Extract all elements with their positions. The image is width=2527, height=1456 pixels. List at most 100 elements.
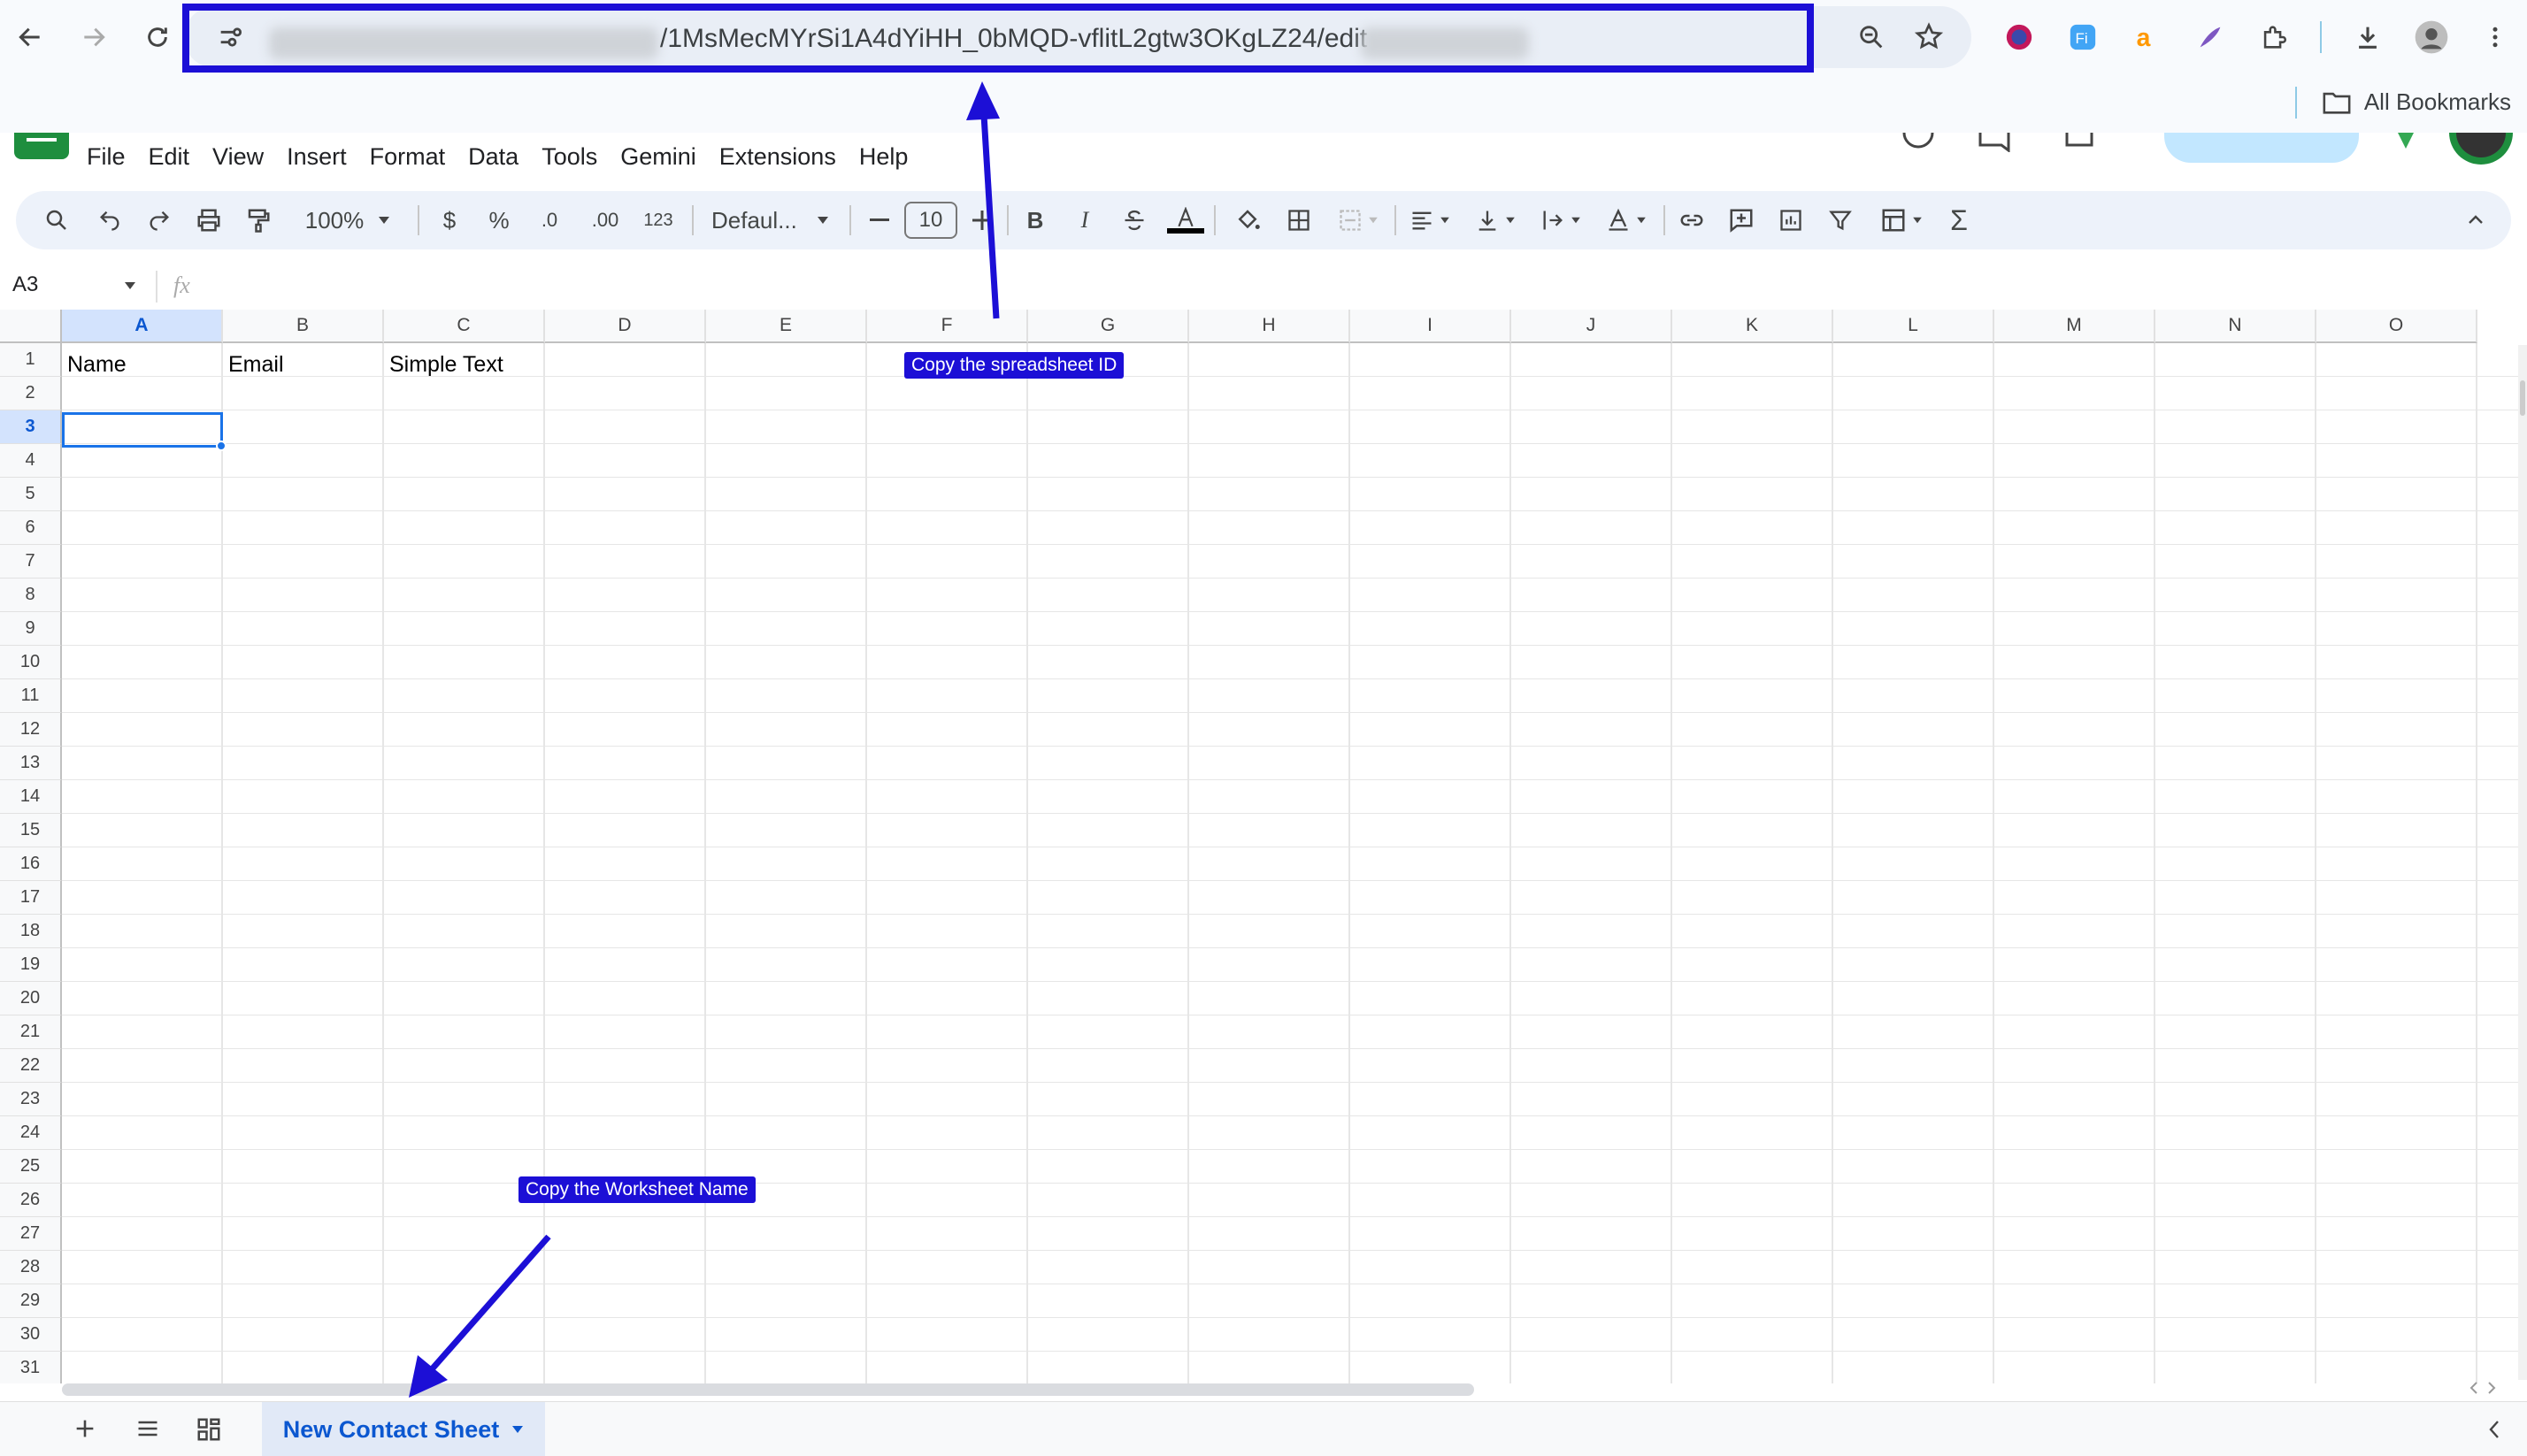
row-header-16[interactable]: 16 [0, 847, 62, 881]
extension-amazon-icon[interactable]: a [2127, 18, 2166, 57]
bold-button[interactable]: B [1018, 200, 1053, 241]
column-header-o[interactable]: O [2316, 310, 2477, 343]
row-header-4[interactable]: 4 [0, 444, 62, 478]
row-header-14[interactable]: 14 [0, 780, 62, 814]
forward-icon[interactable] [71, 14, 117, 60]
menu-extensions[interactable]: Extensions [719, 142, 836, 172]
text-wrapping-icon[interactable] [1532, 200, 1589, 241]
gemini-icon[interactable] [2393, 133, 2419, 154]
increase-decimal-button[interactable]: .00 [580, 200, 630, 241]
row-header-11[interactable]: 11 [0, 679, 62, 713]
row-header-7[interactable]: 7 [0, 545, 62, 579]
font-size-input[interactable]: 10 [904, 202, 957, 239]
row-header-18[interactable]: 18 [0, 915, 62, 948]
menu-format[interactable]: Format [370, 142, 446, 172]
borders-icon[interactable] [1281, 200, 1317, 241]
column-header-c[interactable]: C [384, 310, 545, 343]
sheets-logo[interactable] [14, 133, 69, 159]
row-header-9[interactable]: 9 [0, 612, 62, 646]
menu-insert[interactable]: Insert [287, 142, 347, 172]
column-header-h[interactable]: H [1189, 310, 1350, 343]
column-header-f[interactable]: F [867, 310, 1028, 343]
zoom-icon[interactable] [1856, 22, 1886, 52]
fill-color-icon[interactable] [1228, 200, 1267, 241]
row-header-8[interactable]: 8 [0, 579, 62, 612]
extension-quill-icon[interactable] [2191, 18, 2230, 57]
merge-cells-icon[interactable] [1329, 200, 1387, 241]
menu-tools[interactable]: Tools [542, 142, 597, 172]
cell-c1[interactable]: Simple Text [389, 352, 503, 378]
row-header-13[interactable]: 13 [0, 747, 62, 780]
all-sheets-icon[interactable] [134, 1416, 161, 1441]
search-menus-icon[interactable] [39, 200, 74, 241]
row-header-26[interactable]: 26 [0, 1184, 62, 1217]
row-header-17[interactable]: 17 [0, 881, 62, 915]
font-select[interactable]: Defaul... [701, 200, 842, 241]
reload-icon[interactable] [134, 14, 180, 60]
row-header-24[interactable]: 24 [0, 1116, 62, 1150]
account-avatar[interactable] [2449, 133, 2513, 165]
text-color-icon[interactable] [1166, 200, 1205, 241]
all-bookmarks-button[interactable]: All Bookmarks [2322, 88, 2511, 116]
text-rotation-icon[interactable] [1598, 200, 1655, 241]
profile-avatar[interactable] [2412, 18, 2451, 57]
browser-menu-icon[interactable] [2476, 18, 2515, 57]
menu-file[interactable]: File [87, 142, 126, 172]
percent-format-button[interactable]: % [481, 200, 517, 241]
row-header-27[interactable]: 27 [0, 1217, 62, 1251]
column-header-k[interactable]: K [1672, 310, 1833, 343]
extensions-puzzle-icon[interactable] [2254, 18, 2293, 57]
row-header-5[interactable]: 5 [0, 478, 62, 511]
column-header-b[interactable]: B [223, 310, 384, 343]
download-icon[interactable] [2348, 18, 2387, 57]
menu-help[interactable]: Help [859, 142, 909, 172]
menu-view[interactable]: View [212, 142, 264, 172]
formula-input[interactable] [212, 269, 2513, 304]
column-header-l[interactable]: L [1833, 310, 1994, 343]
row-header-21[interactable]: 21 [0, 1015, 62, 1049]
add-sheet-icon[interactable] [73, 1416, 97, 1441]
column-header-e[interactable]: E [706, 310, 867, 343]
cell-a1[interactable]: Name [67, 352, 127, 378]
comments-icon[interactable] [1977, 133, 2012, 152]
extension-color-icon[interactable] [2000, 18, 2039, 57]
bookmark-star-icon[interactable] [1913, 21, 1945, 53]
strikethrough-icon[interactable] [1117, 200, 1152, 241]
row-header-22[interactable]: 22 [0, 1049, 62, 1083]
insert-chart-icon[interactable] [1773, 200, 1809, 241]
row-header-2[interactable]: 2 [0, 377, 62, 410]
zoom-select[interactable]: 100% [290, 200, 405, 241]
row-header-25[interactable]: 25 [0, 1150, 62, 1184]
vertical-align-icon[interactable] [1467, 200, 1524, 241]
column-header-a[interactable]: A [62, 310, 223, 343]
filter-views-icon[interactable] [1872, 200, 1931, 241]
explore-collapse-icon[interactable] [2485, 1418, 2504, 1441]
column-header-m[interactable]: M [1994, 310, 2155, 343]
menu-edit[interactable]: Edit [149, 142, 190, 172]
column-header-d[interactable]: D [545, 310, 706, 343]
row-header-6[interactable]: 6 [0, 511, 62, 545]
decrease-font-size-icon[interactable] [862, 200, 897, 241]
row-header-10[interactable]: 10 [0, 646, 62, 679]
back-icon[interactable] [7, 14, 53, 60]
row-header-29[interactable]: 29 [0, 1284, 62, 1318]
row-header-19[interactable]: 19 [0, 948, 62, 982]
print-icon[interactable] [191, 200, 227, 241]
collapse-toolbar-icon[interactable] [2458, 200, 2493, 241]
row-header-1[interactable]: 1 [0, 343, 62, 377]
scroll-arrows[interactable] [2469, 1382, 2497, 1394]
row-header-3[interactable]: 3 [0, 410, 62, 444]
column-header-i[interactable]: I [1350, 310, 1511, 343]
row-header-15[interactable]: 15 [0, 814, 62, 847]
name-box-caret-icon[interactable] [124, 281, 136, 290]
undo-icon[interactable] [92, 200, 127, 241]
cell-b1[interactable]: Email [228, 352, 284, 378]
sheet-tab-new-contact-sheet[interactable]: New Contact Sheet [262, 1402, 545, 1456]
row-header-30[interactable]: 30 [0, 1318, 62, 1352]
insert-link-icon[interactable] [1674, 200, 1709, 241]
redo-icon[interactable] [142, 200, 177, 241]
meet-icon[interactable] [2063, 133, 2099, 152]
row-header-12[interactable]: 12 [0, 713, 62, 747]
italic-button[interactable]: I [1067, 200, 1102, 241]
selected-cell-a3[interactable] [62, 412, 223, 448]
